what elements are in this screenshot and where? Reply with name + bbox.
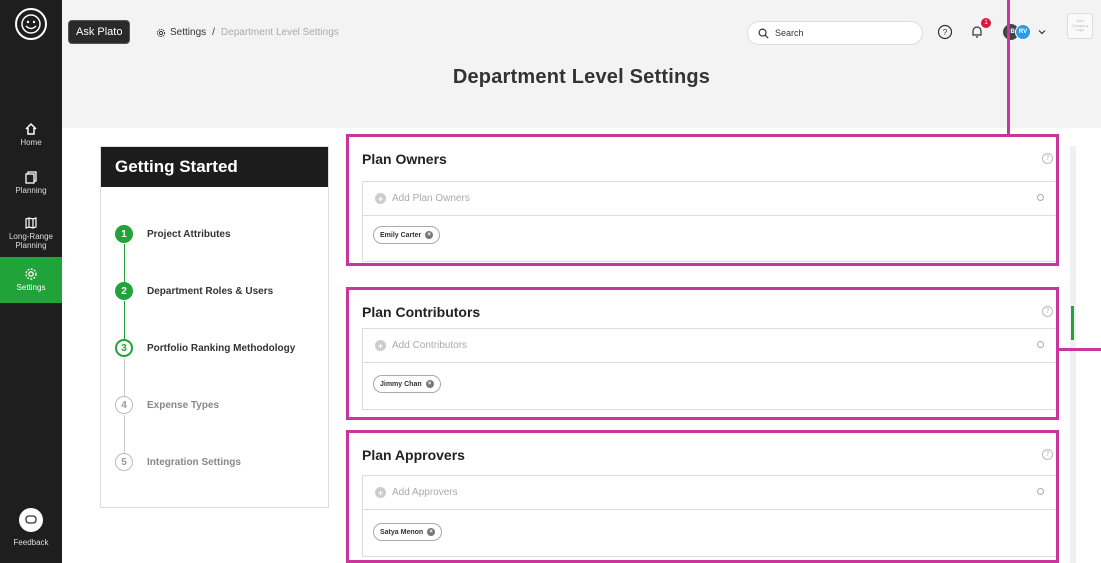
svg-text:?: ? (943, 28, 948, 37)
card-title: Plan Approvers (362, 447, 465, 463)
plan-approvers-card: Plan Approvers ? + Add Approvers Satya M… (346, 430, 1059, 563)
feedback-button[interactable]: Feedback (0, 508, 62, 563)
search-dot-icon (1037, 194, 1044, 201)
getting-started-title: Getting Started (101, 147, 328, 187)
chip-label: Emily Carter (380, 231, 422, 239)
add-approvers-input[interactable]: + Add Approvers (363, 476, 1056, 510)
chevron-down-icon (1038, 30, 1046, 35)
gear-icon (25, 268, 37, 280)
step-number: 5 (115, 453, 133, 471)
plan-approvers-field: + Add Approvers Satya Menon × (362, 475, 1056, 557)
plan-contributors-card: Plan Contributors ? + Add Contributors J… (346, 287, 1059, 420)
search-dot-icon (1037, 341, 1044, 348)
card-title: Plan Contributors (362, 304, 481, 320)
help-icon[interactable]: ? (1042, 153, 1053, 164)
step-connector (124, 244, 125, 284)
search-icon (758, 28, 769, 39)
plato-face-icon[interactable] (15, 8, 47, 40)
step-number: 3 (115, 339, 133, 357)
breadcrumb: Settings / Department Level Settings (156, 27, 339, 38)
step-department-roles-users[interactable]: 2 Department Roles & Users (115, 282, 273, 300)
step-portfolio-ranking-methodology[interactable]: 3 Portfolio Ranking Methodology (115, 339, 295, 357)
step-integration-settings[interactable]: 5 Integration Settings (115, 453, 241, 471)
search-dot-icon (1037, 488, 1044, 495)
step-connector (124, 358, 125, 398)
search-placeholder: Search (775, 28, 804, 38)
remove-icon[interactable]: × (425, 231, 434, 239)
remove-icon[interactable]: × (427, 528, 436, 536)
plus-icon: + (375, 487, 386, 498)
chip-label: Jimmy Chan (380, 380, 422, 388)
chip-label: Satya Menon (380, 528, 424, 536)
help-icon[interactable]: ? (935, 22, 955, 42)
step-label: Department Roles & Users (147, 285, 274, 297)
user-chip: Jimmy Chan × (373, 375, 441, 393)
help-icon[interactable]: ? (1042, 449, 1053, 460)
notification-bell-icon[interactable]: 1 (967, 18, 991, 42)
add-plan-owners-input[interactable]: + Add Plan Owners (363, 182, 1056, 216)
gear-icon (156, 28, 166, 37)
notification-badge: 1 (981, 18, 991, 28)
sidebar: Home Planning Long-Range Planning Settin… (0, 0, 62, 563)
step-label: Portfolio Ranking Methodology (147, 342, 296, 354)
user-chip: Emily Carter × (373, 226, 441, 244)
sidebar-item-label: Home (20, 138, 42, 148)
sidebar-item-settings[interactable]: Settings (0, 257, 62, 303)
plan-owners-card: Plan Owners ? + Add Plan Owners Emily Ca… (346, 134, 1059, 266)
step-connector (124, 415, 125, 455)
sidebar-item-planning[interactable]: Planning (0, 160, 62, 206)
sidebar-item-label: Planning (15, 186, 47, 196)
sidebar-item-label: Settings (16, 283, 46, 293)
plan-owners-field: + Add Plan Owners Emily Carter × (362, 181, 1056, 262)
page-title: Department Level Settings (452, 66, 711, 88)
step-label: Integration Settings (147, 456, 241, 468)
scrollbar-thumb[interactable] (1071, 306, 1074, 340)
remove-icon[interactable]: × (425, 380, 434, 388)
plus-icon: + (375, 340, 386, 351)
add-label: Add Approvers (392, 487, 458, 498)
sidebar-item-home[interactable]: Home (0, 112, 62, 158)
feedback-label: Feedback (13, 538, 49, 547)
plus-icon: + (375, 193, 386, 204)
step-number: 2 (115, 282, 133, 300)
sidebar-item-long-range-planning[interactable]: Long-Range Planning (0, 210, 62, 256)
search-input[interactable]: Search (747, 21, 923, 45)
annotation-line (1059, 348, 1101, 351)
plan-contributors-field: + Add Contributors Jimmy Chan × (362, 328, 1056, 410)
getting-started-panel: Getting Started 1 Project Attributes 2 D… (100, 146, 329, 508)
step-project-attributes[interactable]: 1 Project Attributes (115, 225, 231, 243)
add-contributors-input[interactable]: + Add Contributors (363, 329, 1056, 363)
avatar: RV (1015, 24, 1031, 40)
chat-icon (19, 508, 43, 532)
step-number: 4 (115, 396, 133, 414)
scrollbar-track[interactable] (1070, 146, 1076, 563)
step-expense-types[interactable]: 4 Expense Types (115, 396, 219, 414)
user-chip: Satya Menon × (373, 523, 443, 541)
card-title: Plan Owners (362, 151, 447, 167)
breadcrumb-separator: / (212, 27, 215, 38)
step-connector (124, 301, 125, 341)
step-number: 1 (115, 225, 133, 243)
breadcrumb-current: Department Level Settings (220, 27, 339, 38)
company-logo-placeholder[interactable]: Add Company Logo (1067, 13, 1093, 39)
map-icon (25, 217, 37, 229)
step-label: Project Attributes (147, 228, 231, 240)
annotation-line (1007, 0, 1010, 136)
help-icon[interactable]: ? (1042, 306, 1053, 317)
breadcrumb-settings-link[interactable]: Settings (170, 27, 206, 38)
add-label: Add Contributors (392, 340, 468, 351)
topbar: Ask Plato Settings / Department Level Se… (62, 0, 1101, 64)
planning-icon (25, 171, 37, 184)
home-icon (25, 123, 37, 136)
step-label: Expense Types (147, 399, 220, 411)
add-label: Add Plan Owners (392, 193, 470, 204)
ask-plato-button[interactable]: Ask Plato (68, 20, 131, 44)
sidebar-item-label: Long-Range Planning (8, 232, 54, 250)
